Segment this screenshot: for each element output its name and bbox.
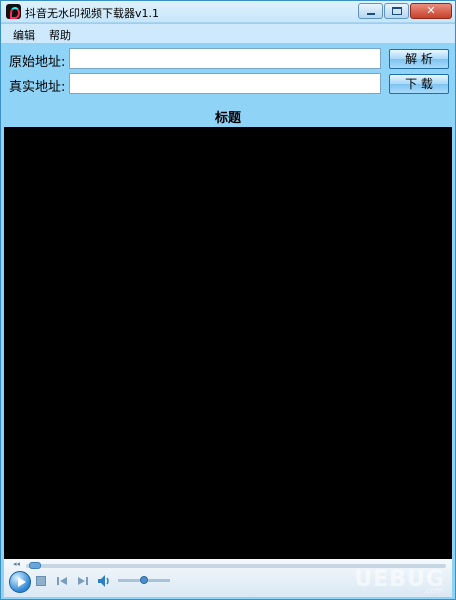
app-logo-icon <box>6 4 21 19</box>
real-url-input[interactable] <box>69 73 381 94</box>
minimize-button[interactable] <box>358 3 383 19</box>
stop-icon[interactable] <box>36 576 46 586</box>
close-icon: ✕ <box>426 4 436 17</box>
seek-handle[interactable] <box>29 562 41 569</box>
maximize-icon <box>392 7 402 15</box>
volume-handle[interactable] <box>140 576 148 584</box>
download-button[interactable]: 下 载 <box>389 74 449 94</box>
menu-item-help[interactable]: 帮助 <box>49 27 71 43</box>
original-url-input[interactable] <box>69 48 381 69</box>
maximize-button[interactable] <box>384 3 409 19</box>
close-button[interactable]: ✕ <box>410 3 452 19</box>
next-icon[interactable] <box>78 576 88 586</box>
video-title: 标题 <box>214 111 241 126</box>
parse-button[interactable]: 解 析 <box>389 49 449 69</box>
original-url-label: 原始地址: <box>9 55 66 70</box>
app-window: 抖音无水印视频下载器v1.1 ✕ 编辑 帮助 原始地址: 解 析 真实地址: 下… <box>0 0 456 600</box>
window-title: 抖音无水印视频下载器v1.1 <box>25 7 160 20</box>
title-bar[interactable]: 抖音无水印视频下载器v1.1 ✕ <box>1 1 455 23</box>
seek-marker-icon: ◂◂ <box>13 560 21 568</box>
play-icon[interactable] <box>9 571 31 593</box>
window-controls: ✕ <box>358 3 452 19</box>
minimize-icon <box>367 13 375 15</box>
previous-icon[interactable] <box>57 576 67 586</box>
menu-bar: 编辑 帮助 <box>1 24 455 43</box>
watermark-domain: .com <box>423 586 443 595</box>
menu-item-edit[interactable]: 编辑 <box>13 27 35 43</box>
video-player-screen[interactable] <box>4 127 452 559</box>
real-url-label: 真实地址: <box>9 80 66 95</box>
volume-icon[interactable] <box>97 574 111 588</box>
